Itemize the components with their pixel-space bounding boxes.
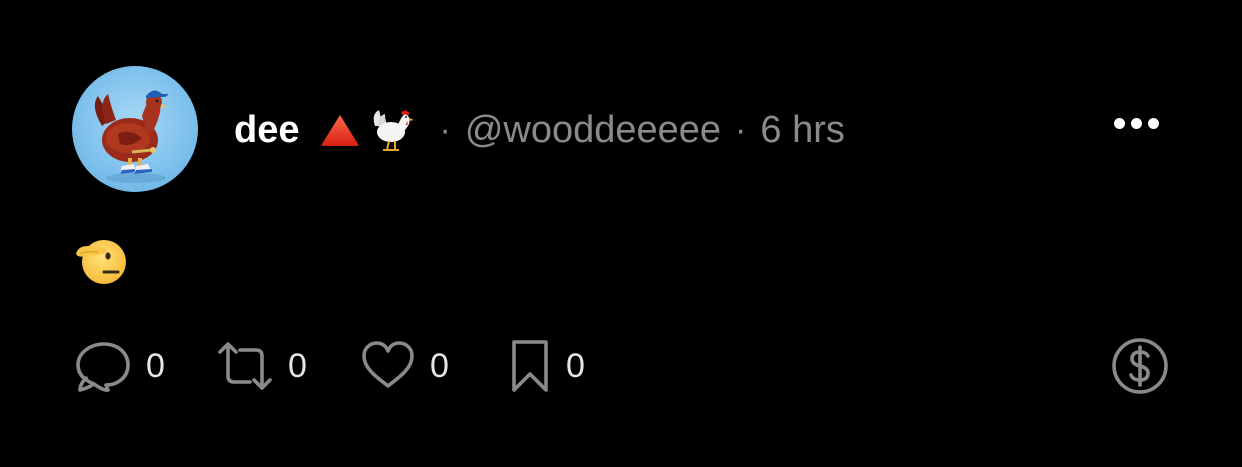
separator-dot: · [439,110,451,149]
action-bar: 0 0 0 0 [0,338,1242,394]
tip-button[interactable] [1110,336,1170,396]
saluting-face-emoji [74,234,128,286]
reply-button[interactable]: 0 [74,338,165,394]
repost-count: 0 [288,346,307,385]
post-card[interactable]: dee · @wooddeeeee · 6 hrs 0 0 0 0 [0,0,1242,467]
separator-dot: · [735,110,747,149]
like-icon [362,341,414,388]
repost-button[interactable]: 0 [216,338,307,394]
more-dot [1114,118,1125,129]
chicken-avatar [94,90,168,183]
display-name[interactable]: dee [234,109,299,152]
bookmark-button[interactable]: 0 [508,338,585,394]
tip-icon [1112,338,1168,394]
like-button[interactable]: 0 [360,338,449,394]
post-timestamp[interactable]: 6 hrs [760,109,844,152]
user-handle[interactable]: @wooddeeeee [465,109,721,152]
reply-icon [76,342,130,392]
more-dot [1131,118,1142,129]
repost-icon [218,342,272,390]
rooster-icon [369,104,421,156]
bookmark-icon [512,340,548,392]
reply-count: 0 [146,346,165,385]
post-header: dee · @wooddeeeee · 6 hrs [234,104,845,156]
red-triangle-icon [319,112,361,148]
bookmark-count: 0 [566,346,585,385]
like-count: 0 [430,346,449,385]
more-dot [1148,118,1159,129]
avatar[interactable] [72,66,198,192]
more-icon[interactable] [1114,118,1159,129]
